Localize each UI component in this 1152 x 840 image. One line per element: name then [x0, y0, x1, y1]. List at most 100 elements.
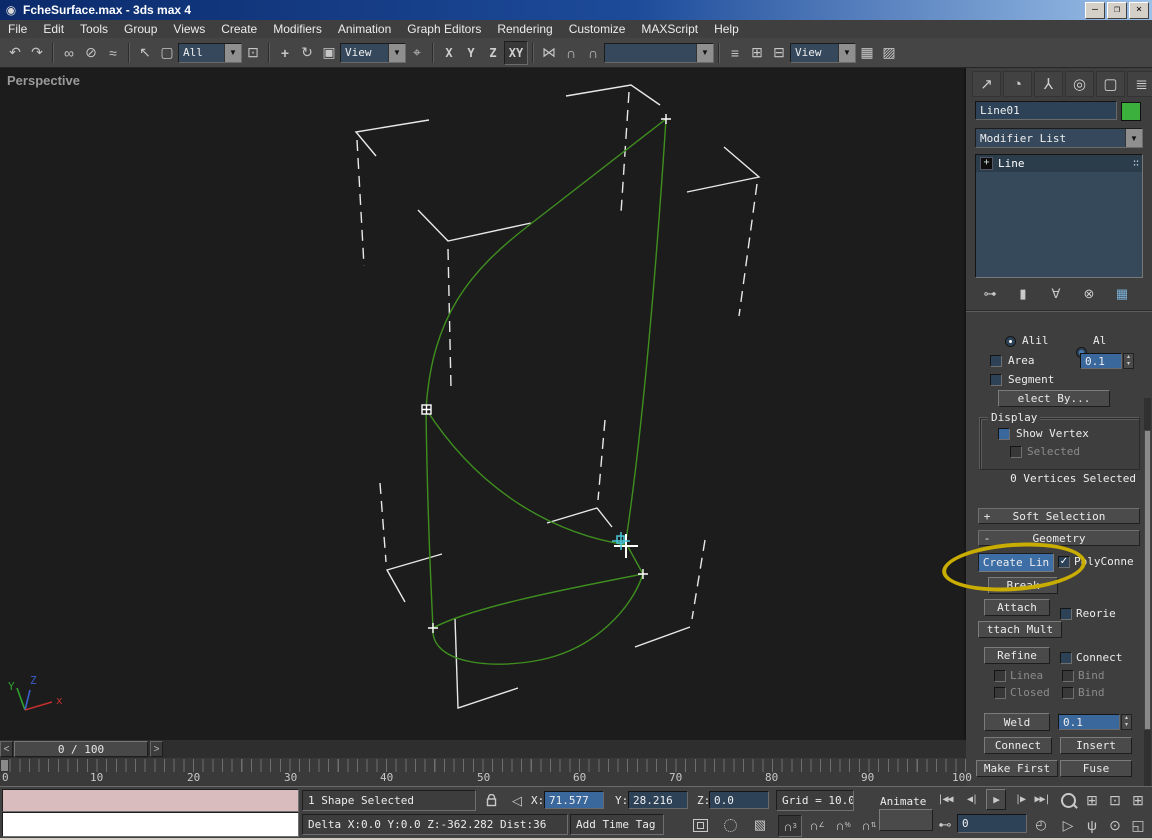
motion-tab[interactable]: ◎ [1065, 71, 1094, 97]
create-line-button[interactable]: Create Lin [978, 553, 1054, 572]
menu-create[interactable]: Create [213, 22, 265, 36]
connect-button[interactable]: Connect [984, 737, 1052, 754]
dropdown-arrow-icon[interactable]: ▼ [388, 43, 405, 62]
angle-snap-icon[interactable]: ∩ ∠ [806, 815, 828, 835]
dropdown-arrow-icon[interactable]: ▼ [224, 43, 241, 62]
dropdown-arrow-icon[interactable]: ▼ [1125, 129, 1142, 147]
restrict-x-button[interactable]: X [438, 42, 460, 64]
menu-maxscript[interactable]: MAXScript [633, 22, 706, 36]
weld-spinner[interactable]: ▴ ▾ [1121, 714, 1132, 730]
next-frame-button[interactable]: |▶ [1009, 789, 1031, 810]
area-checkbox[interactable] [990, 355, 1002, 367]
panel-scrollbar-thumb[interactable] [1144, 430, 1151, 730]
menu-animation[interactable]: Animation [330, 22, 399, 36]
zoom-extents-icon[interactable]: ⊡ [1104, 790, 1126, 810]
geometry-rollout[interactable]: - Geometry [978, 530, 1140, 546]
expand-icon[interactable]: + [980, 157, 993, 170]
perspective-viewport[interactable]: Y Z x [0, 68, 966, 740]
mirror-icon[interactable]: ⋈ [538, 42, 560, 64]
configure-modifier-sets-icon[interactable]: ▦ [1110, 284, 1134, 304]
maxscript-mini-listener-macro[interactable] [2, 789, 299, 812]
menu-help[interactable]: Help [706, 22, 747, 36]
segment-checkbox[interactable] [990, 374, 1002, 386]
select-by-button[interactable]: elect By... [998, 390, 1110, 407]
named-selection-combo[interactable]: ▼ [604, 42, 714, 63]
animate-button[interactable] [879, 809, 933, 831]
view-combo[interactable]: View ▼ [790, 42, 856, 63]
select-and-link-icon[interactable]: ∞ [58, 42, 80, 64]
restrict-y-button[interactable]: Y [460, 42, 482, 64]
menu-customize[interactable]: Customize [561, 22, 634, 36]
min-max-toggle-icon[interactable]: ◱ [1127, 815, 1149, 835]
spinner-down-icon[interactable]: ▾ [1122, 722, 1131, 729]
play-button[interactable]: ▶ [986, 789, 1006, 810]
restrict-xy-plane-button[interactable]: XY [504, 40, 528, 65]
bind-to-spacewarp-icon[interactable]: ≈ [102, 42, 124, 64]
selection-filter-combo[interactable]: All ▼ [178, 42, 242, 63]
selected-checkbox[interactable] [1010, 446, 1022, 458]
spinner-snap-icon[interactable]: ∩ ⇅ [858, 815, 880, 835]
zoom-all-icon[interactable]: ⊞ [1081, 790, 1103, 810]
area-spinner[interactable]: ▴ ▾ [1123, 353, 1134, 369]
field-of-view-icon[interactable]: ▷ [1057, 815, 1079, 835]
modify-tab[interactable]: ◔ [1003, 71, 1032, 97]
fuse-button[interactable]: Fuse [1060, 760, 1132, 777]
menu-rendering[interactable]: Rendering [489, 22, 560, 36]
menu-tools[interactable]: Tools [72, 22, 116, 36]
align-icon[interactable]: ≡ [724, 42, 746, 64]
absolute-relative-toggle-icon[interactable]: ◁ [506, 790, 528, 811]
snap-toggle-icon[interactable]: ∩ [560, 42, 582, 64]
stack-item-line[interactable]: + Line ∷ [976, 155, 1142, 172]
snap-toggle-3d-icon[interactable]: ∩ 3 [778, 815, 802, 837]
quick-render-icon[interactable]: ▨ [878, 42, 900, 64]
select-and-move-icon[interactable]: + [274, 42, 296, 64]
zoom-extents-all-icon[interactable]: ⊞ [1127, 790, 1149, 810]
render-scene-icon[interactable]: ▦ [856, 42, 878, 64]
time-slider-next-button[interactable]: > [150, 741, 163, 757]
previous-frame-button[interactable]: ◀| [961, 789, 983, 810]
reference-coordinate-combo[interactable]: View ▼ [340, 42, 406, 63]
dropdown-arrow-icon[interactable]: ▼ [838, 43, 855, 62]
go-to-start-button[interactable]: |◀◀ [933, 789, 957, 810]
area-threshold-field[interactable]: 0.1 [1080, 353, 1122, 369]
soft-selection-rollout[interactable]: + Soft Selection [978, 508, 1140, 524]
refine-button[interactable]: Refine [984, 647, 1050, 664]
linear-checkbox[interactable] [994, 670, 1006, 682]
insert-button[interactable]: Insert [1060, 737, 1132, 754]
time-configuration-icon[interactable]: ◴ [1031, 815, 1051, 835]
select-and-rotate-icon[interactable]: ↻ [296, 42, 318, 64]
weld-button[interactable]: Weld [984, 713, 1050, 731]
spinner-up-icon[interactable]: ▴ [1124, 354, 1133, 361]
pan-icon[interactable]: ψ [1081, 815, 1103, 835]
open-track-view-icon[interactable]: ⊞ [746, 42, 768, 64]
z-coordinate-field[interactable]: 0.0 [709, 791, 769, 809]
maxscript-mini-listener[interactable] [2, 812, 299, 837]
window-crossing-toggle-icon[interactable] [688, 815, 712, 835]
show-end-result-icon[interactable]: ▮ [1011, 284, 1035, 304]
unlink-selection-icon[interactable]: ⊘ [80, 42, 102, 64]
menu-file[interactable]: File [0, 22, 35, 36]
dropdown-arrow-icon[interactable]: ▼ [696, 43, 713, 62]
reorient-checkbox[interactable] [1060, 608, 1072, 620]
attach-button[interactable]: Attach [984, 599, 1050, 616]
lock-selection-icon[interactable] [480, 790, 502, 811]
arc-rotate-icon[interactable]: ⊙ [1104, 815, 1126, 835]
menu-group[interactable]: Group [116, 22, 165, 36]
break-button[interactable]: Break [988, 577, 1058, 594]
undo-icon[interactable]: ↶ [4, 42, 26, 64]
percent-snap-icon[interactable]: ∩% [832, 815, 854, 835]
redo-icon[interactable]: ↷ [26, 42, 48, 64]
viewport-label[interactable]: Perspective [7, 73, 80, 88]
menu-modifiers[interactable]: Modifiers [265, 22, 330, 36]
weld-threshold-field[interactable]: 0.1 [1058, 714, 1120, 730]
current-frame-field[interactable]: 0 [957, 814, 1027, 833]
modifier-list-combo[interactable]: Modifier List ▼ [975, 128, 1143, 148]
select-and-scale-icon[interactable]: ▣ [318, 42, 340, 64]
y-coordinate-field[interactable]: 28.216 [628, 791, 688, 809]
modifier-stack[interactable]: + Line ∷ [975, 154, 1143, 278]
minimize-button[interactable]: – [1085, 2, 1105, 19]
restore-button[interactable]: ❐ [1107, 2, 1127, 19]
make-first-button[interactable]: Make First [976, 760, 1058, 777]
pin-stack-icon[interactable]: ⊶ [978, 284, 1002, 304]
select-object-icon[interactable]: ↖ [134, 42, 156, 64]
